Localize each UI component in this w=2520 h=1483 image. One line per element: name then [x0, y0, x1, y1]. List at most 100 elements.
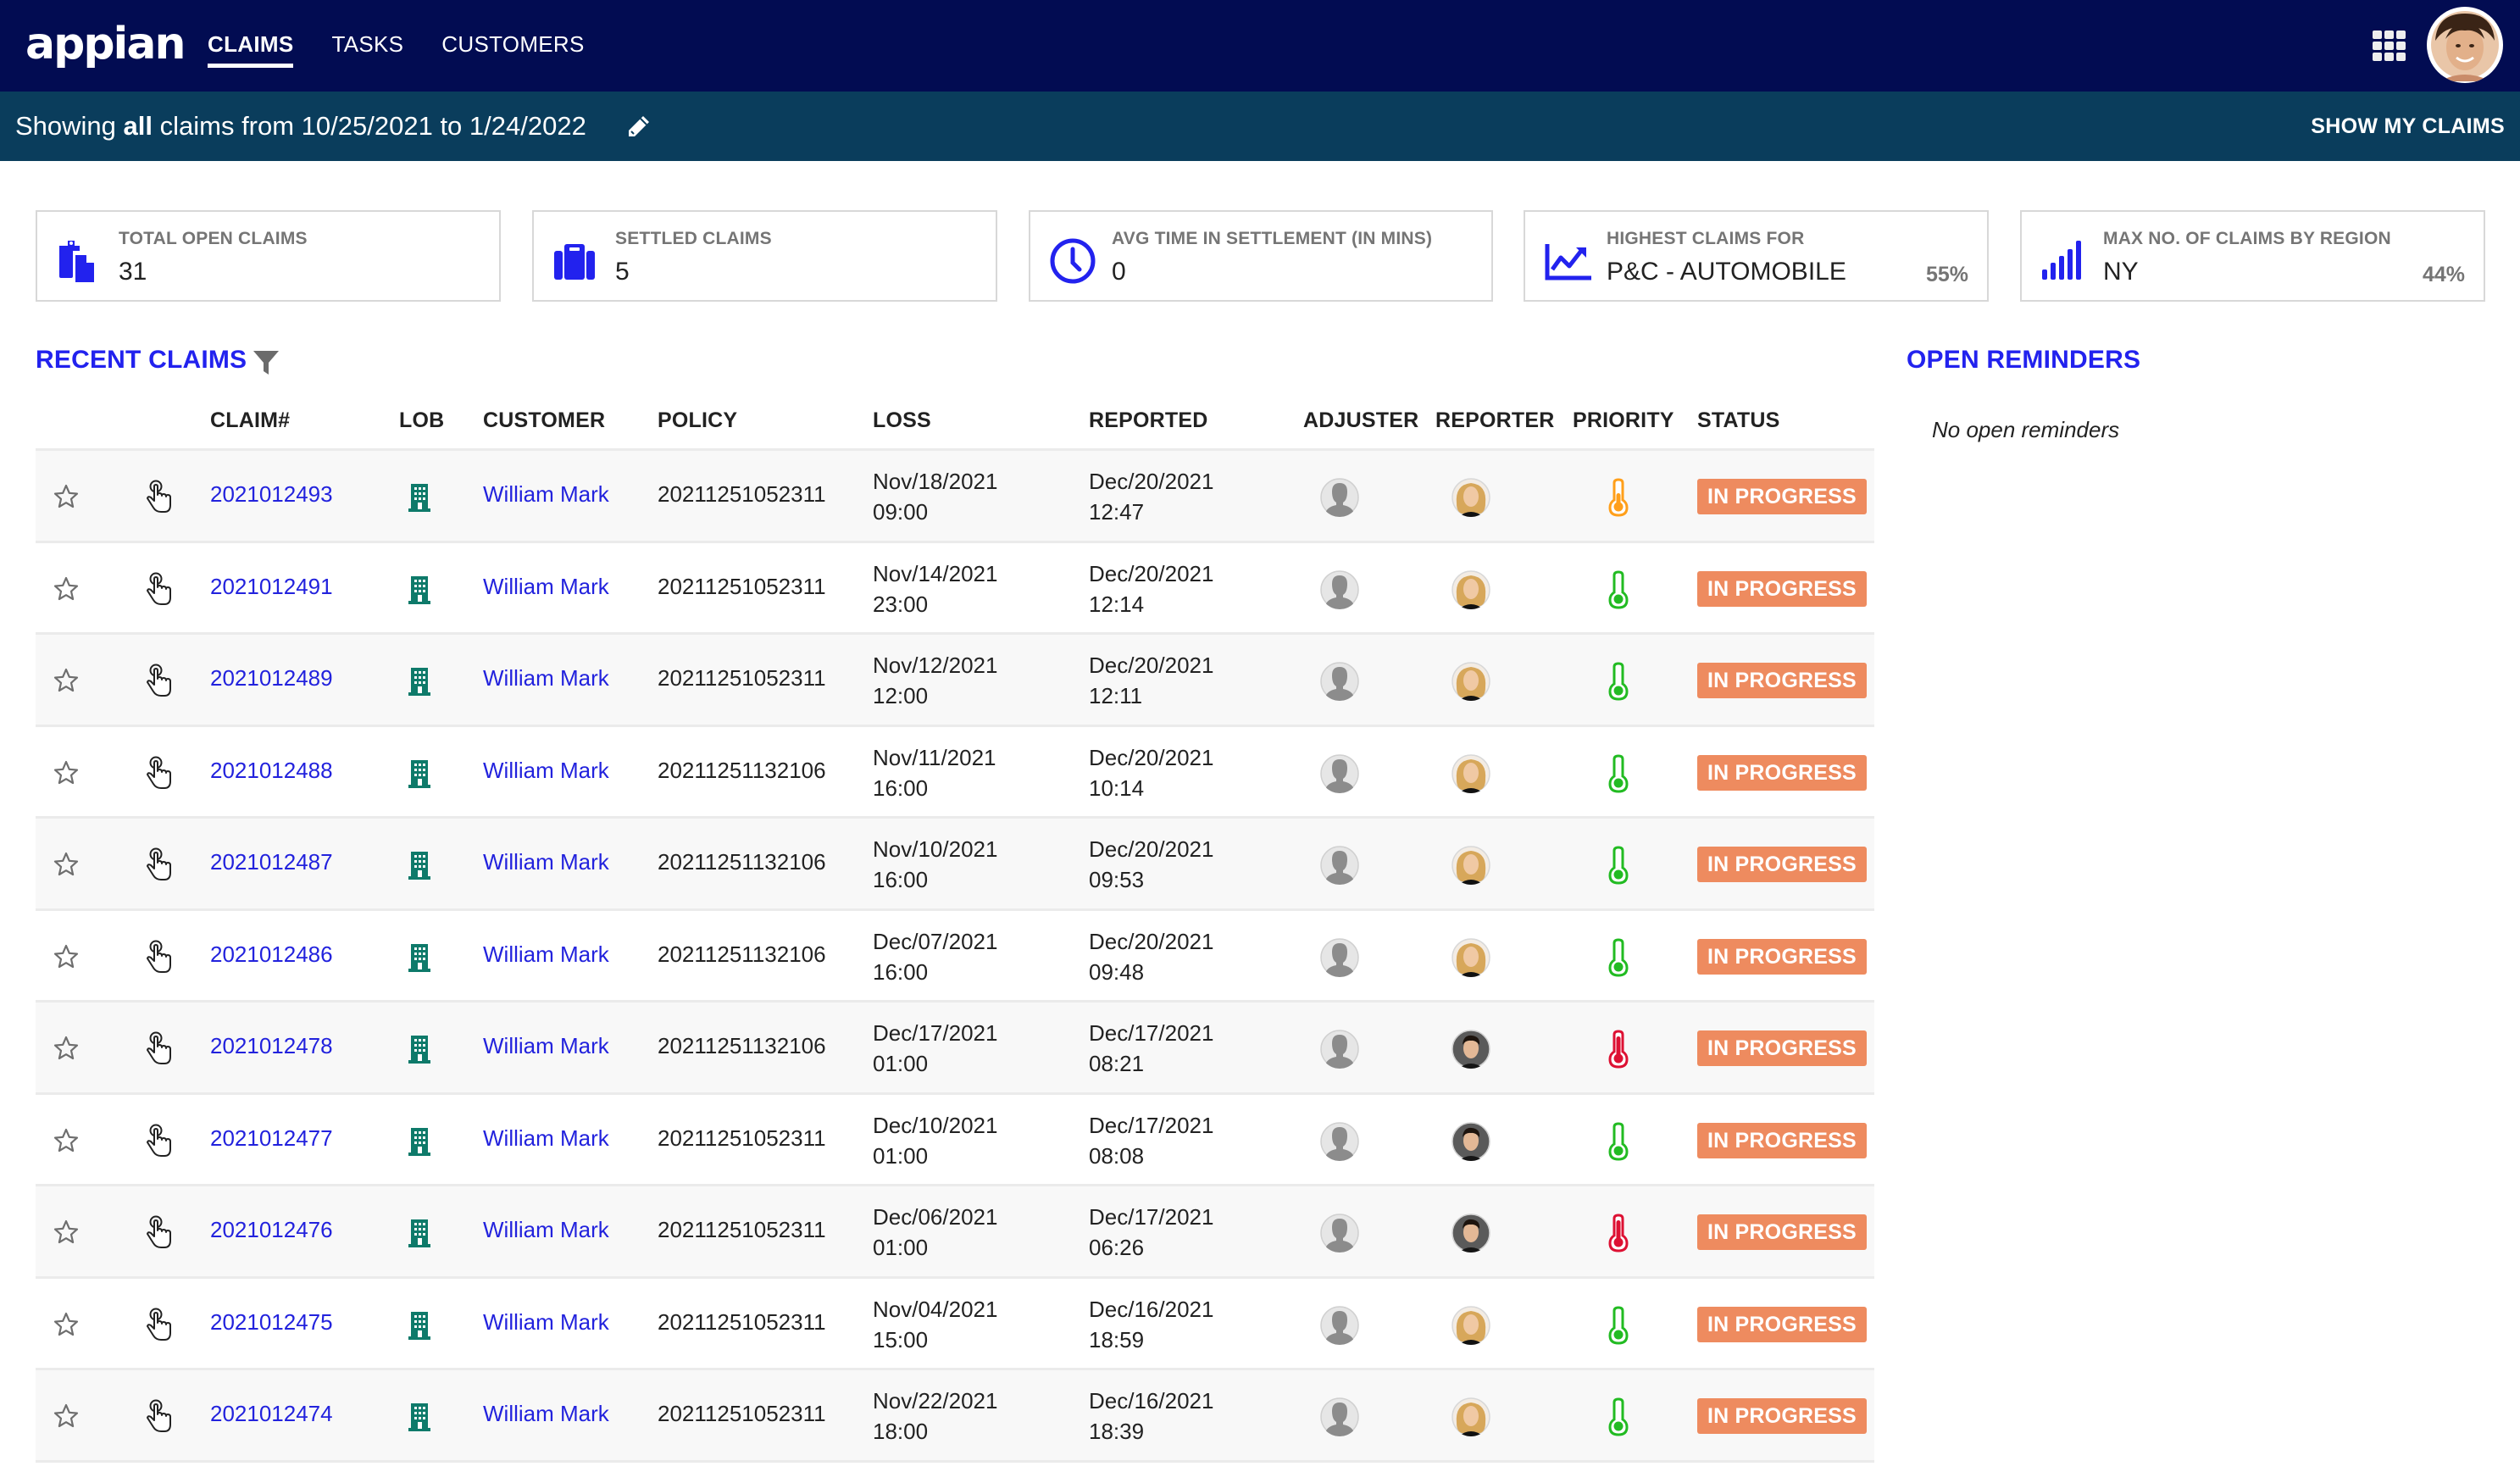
- customer-link[interactable]: William Mark: [483, 1401, 609, 1427]
- adjuster-avatar[interactable]: [1320, 1121, 1359, 1161]
- adjuster-avatar[interactable]: [1320, 1305, 1359, 1345]
- adjuster-avatar[interactable]: [1320, 846, 1359, 885]
- claim-number-link[interactable]: 2021012477: [210, 1125, 333, 1152]
- column-header-status[interactable]: STATUS: [1697, 408, 1780, 433]
- claim-number-link[interactable]: 2021012478: [210, 1033, 333, 1059]
- hand-pointer-icon[interactable]: [144, 1307, 175, 1342]
- column-header-priority[interactable]: PRIORITY: [1573, 408, 1674, 433]
- star-icon[interactable]: [53, 1127, 80, 1154]
- show-my-claims-link[interactable]: SHOW MY CLAIMS: [2311, 92, 2505, 161]
- user-avatar[interactable]: [2427, 7, 2503, 83]
- star-icon[interactable]: [53, 483, 80, 510]
- top-navigation-bar: appian CLAIMS TASKS CUSTOMERS: [0, 0, 2520, 92]
- customer-link[interactable]: William Mark: [483, 574, 609, 600]
- table-row[interactable]: 2021012474 William Mark 20211251052311 N…: [36, 1370, 1874, 1463]
- claim-number-link[interactable]: 2021012488: [210, 758, 333, 784]
- hand-pointer-icon[interactable]: [144, 479, 175, 514]
- star-icon[interactable]: [53, 667, 80, 694]
- column-header-adjuster[interactable]: ADJUSTER: [1303, 408, 1418, 433]
- claim-number-link[interactable]: 2021012491: [210, 574, 333, 600]
- nav-tab-tasks[interactable]: TASKS: [331, 0, 403, 92]
- claim-number-link[interactable]: 2021012486: [210, 941, 333, 968]
- column-header-reported[interactable]: REPORTED: [1089, 408, 1208, 433]
- table-row[interactable]: 2021012491 William Mark 20211251052311 N…: [36, 542, 1874, 635]
- column-header-customer[interactable]: CUSTOMER: [483, 408, 605, 433]
- customer-link[interactable]: William Mark: [483, 1309, 609, 1336]
- table-row[interactable]: 2021012489 William Mark 20211251052311 N…: [36, 635, 1874, 727]
- column-header-lob[interactable]: LOB: [399, 408, 444, 433]
- star-icon[interactable]: [53, 851, 80, 878]
- nav-tab-customers[interactable]: CUSTOMERS: [441, 0, 584, 92]
- reporter-avatar[interactable]: [1451, 662, 1490, 701]
- customer-link[interactable]: William Mark: [483, 941, 609, 968]
- claim-number-link[interactable]: 2021012474: [210, 1401, 333, 1427]
- table-row[interactable]: 2021012486 William Mark 20211251132106 D…: [36, 910, 1874, 1003]
- filter-icon[interactable]: [252, 347, 280, 376]
- building-icon: [408, 484, 430, 512]
- reporter-avatar[interactable]: [1451, 753, 1490, 793]
- nav-tab-claims[interactable]: CLAIMS: [208, 0, 294, 92]
- customer-link[interactable]: William Mark: [483, 665, 609, 692]
- hand-pointer-icon[interactable]: [144, 939, 175, 975]
- table-row[interactable]: 2021012493 William Mark 20211251052311 N…: [36, 451, 1874, 543]
- pencil-icon[interactable]: [624, 114, 652, 141]
- hand-pointer-icon[interactable]: [144, 571, 175, 607]
- customer-link[interactable]: William Mark: [483, 1125, 609, 1152]
- hand-pointer-icon[interactable]: [144, 1214, 175, 1250]
- reporter-avatar[interactable]: [1451, 478, 1490, 517]
- star-icon[interactable]: [53, 1402, 80, 1430]
- star-icon[interactable]: [53, 759, 80, 786]
- table-row[interactable]: 2021012488 William Mark 20211251132106 N…: [36, 726, 1874, 819]
- reporter-avatar[interactable]: [1451, 1214, 1490, 1252]
- adjuster-avatar[interactable]: [1320, 569, 1359, 609]
- claim-number-link[interactable]: 2021012475: [210, 1309, 333, 1336]
- reported-date: Dec/17/2021: [1089, 1020, 1214, 1046]
- hand-pointer-icon[interactable]: [144, 1398, 175, 1434]
- table-row[interactable]: 2021012475 William Mark 20211251052311 N…: [36, 1278, 1874, 1370]
- customer-link[interactable]: William Mark: [483, 1217, 609, 1243]
- star-icon[interactable]: [53, 1035, 80, 1062]
- star-icon[interactable]: [53, 943, 80, 970]
- adjuster-avatar[interactable]: [1320, 1214, 1359, 1252]
- column-header-policy[interactable]: POLICY: [658, 408, 737, 433]
- adjuster-avatar[interactable]: [1320, 662, 1359, 701]
- column-header-loss[interactable]: LOSS: [873, 408, 931, 433]
- claim-number-link[interactable]: 2021012487: [210, 849, 333, 875]
- customer-link[interactable]: William Mark: [483, 1033, 609, 1059]
- column-header-reporter[interactable]: REPORTER: [1435, 408, 1555, 433]
- table-row[interactable]: 2021012487 William Mark 20211251132106 N…: [36, 819, 1874, 911]
- reporter-avatar[interactable]: [1451, 1397, 1490, 1436]
- reporter-avatar[interactable]: [1451, 846, 1490, 885]
- hand-pointer-icon[interactable]: [144, 663, 175, 698]
- column-header-claim[interactable]: CLAIM#: [210, 408, 290, 433]
- star-icon[interactable]: [53, 1311, 80, 1338]
- adjuster-avatar[interactable]: [1320, 1030, 1359, 1069]
- claim-number-link[interactable]: 2021012493: [210, 481, 333, 508]
- adjuster-avatar[interactable]: [1320, 937, 1359, 977]
- hand-pointer-icon[interactable]: [144, 1123, 175, 1158]
- table-row[interactable]: 2021012477 William Mark 20211251052311 D…: [36, 1094, 1874, 1186]
- customer-link[interactable]: William Mark: [483, 849, 609, 875]
- reporter-avatar[interactable]: [1451, 937, 1490, 977]
- adjuster-avatar[interactable]: [1320, 478, 1359, 517]
- adjuster-avatar[interactable]: [1320, 1397, 1359, 1436]
- reporter-avatar[interactable]: [1451, 1121, 1490, 1161]
- reporter-avatar[interactable]: [1451, 1305, 1490, 1345]
- customer-link[interactable]: William Mark: [483, 758, 609, 784]
- claim-number-link[interactable]: 2021012476: [210, 1217, 333, 1243]
- claim-number-link[interactable]: 2021012489: [210, 665, 333, 692]
- hand-pointer-icon[interactable]: [144, 847, 175, 882]
- hand-pointer-icon[interactable]: [144, 755, 175, 791]
- star-icon[interactable]: [53, 575, 80, 603]
- appian-logo[interactable]: appian: [25, 19, 186, 69]
- reporter-avatar[interactable]: [1451, 1030, 1490, 1069]
- star-icon[interactable]: [53, 1219, 80, 1246]
- reported-datetime: Dec/17/2021 08:08: [1089, 1110, 1213, 1171]
- table-row[interactable]: 2021012476 William Mark 20211251052311 D…: [36, 1186, 1874, 1279]
- app-grid-icon[interactable]: [2373, 31, 2406, 61]
- reporter-avatar[interactable]: [1451, 569, 1490, 609]
- hand-pointer-icon[interactable]: [144, 1030, 175, 1066]
- table-row[interactable]: 2021012478 William Mark 20211251132106 D…: [36, 1003, 1874, 1095]
- customer-link[interactable]: William Mark: [483, 481, 609, 508]
- adjuster-avatar[interactable]: [1320, 753, 1359, 793]
